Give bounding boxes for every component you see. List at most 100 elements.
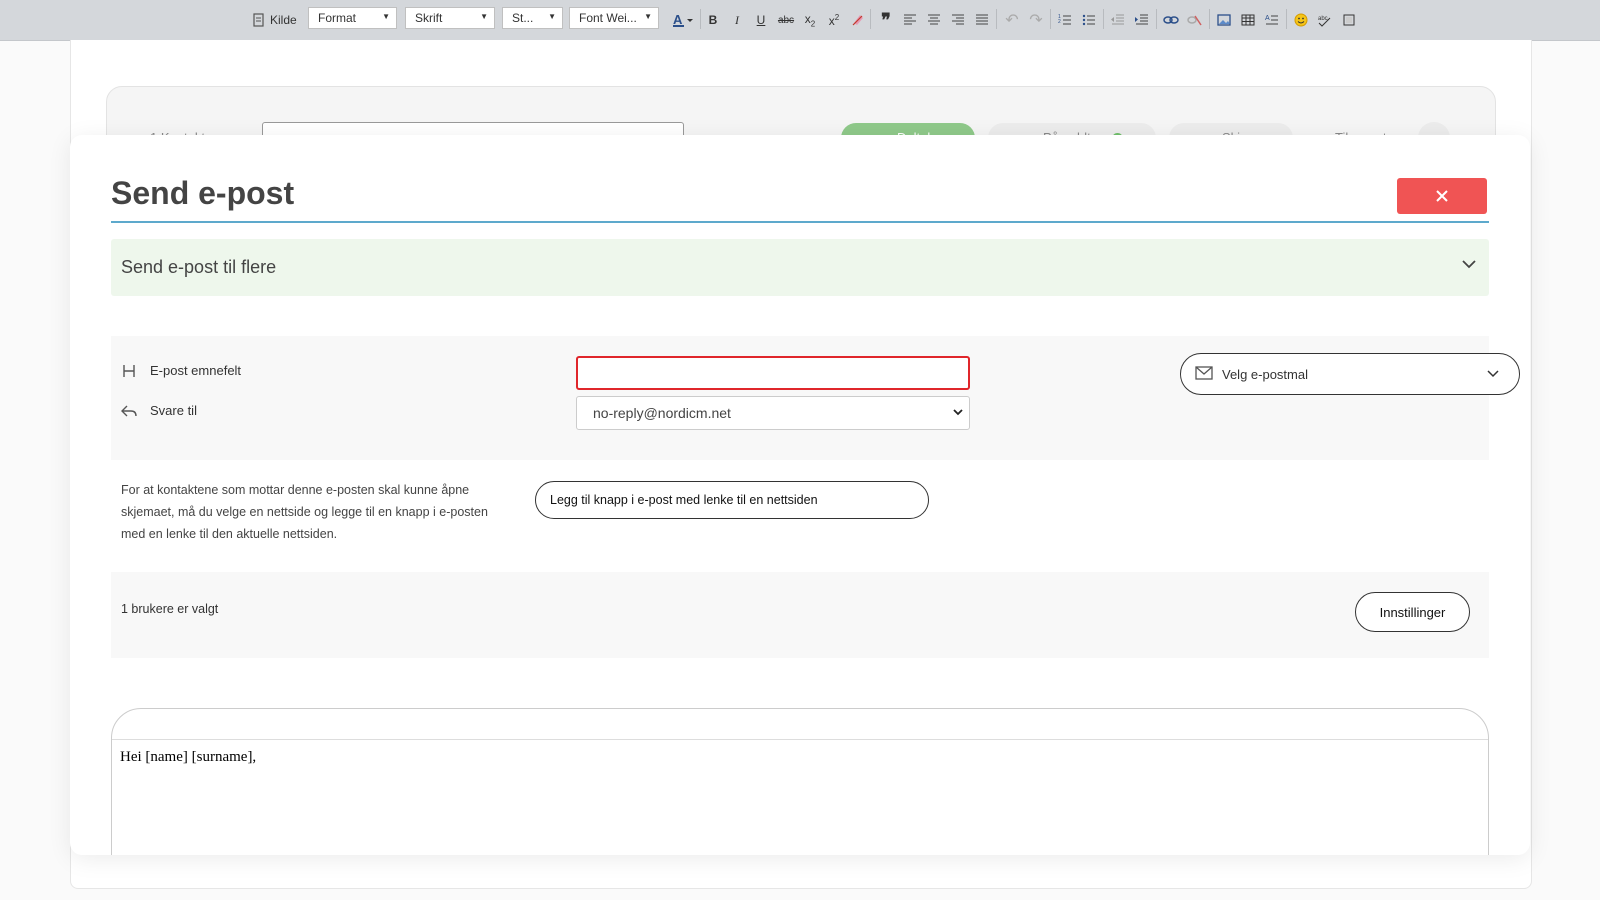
add-link-button[interactable]: Legg til knapp i e-post med lenke til en… bbox=[535, 481, 929, 519]
font-label: Skrift bbox=[415, 11, 443, 25]
email-template-dropdown[interactable]: Velg e-postmal bbox=[1180, 353, 1520, 395]
blockquote-icon: ❞ bbox=[881, 9, 891, 30]
indent-icon bbox=[1135, 14, 1148, 25]
underline-button[interactable]: U bbox=[751, 0, 771, 40]
subject-row-label: E-post emnefelt bbox=[121, 363, 241, 378]
editor-body-text[interactable]: Hei [name] [surname], bbox=[120, 749, 256, 766]
undo-button[interactable]: ↶ bbox=[1002, 0, 1022, 40]
link-button[interactable] bbox=[1161, 0, 1181, 40]
remove-format-icon bbox=[852, 15, 863, 26]
subscript-button[interactable]: x2 bbox=[800, 0, 820, 40]
subscript-icon: x2 bbox=[804, 11, 816, 29]
format-label: Format bbox=[318, 11, 357, 25]
send-to-multiple-accordion[interactable]: Send e-post til flere bbox=[111, 239, 1489, 296]
replyto-label: Svare til bbox=[150, 403, 197, 418]
text-color-icon: A bbox=[673, 12, 693, 27]
chevron-down-icon bbox=[1487, 370, 1499, 378]
align-left-button[interactable] bbox=[900, 0, 920, 40]
replyto-value: no-reply@nordicm.net bbox=[593, 405, 731, 421]
selection-section: 1 brukere er valgt Innstillinger bbox=[111, 572, 1489, 658]
spellcheck-button[interactable]: abc bbox=[1315, 0, 1335, 40]
dropdown-arrow-icon: ▼ bbox=[548, 12, 556, 21]
outdent-button[interactable] bbox=[1108, 0, 1128, 40]
link-icon bbox=[1163, 16, 1179, 24]
selected-count: 1 brukere er valgt bbox=[121, 602, 219, 616]
source-icon bbox=[253, 13, 264, 27]
align-left-icon bbox=[904, 14, 916, 25]
outdent-icon bbox=[1111, 14, 1124, 25]
heading-icon bbox=[121, 364, 137, 378]
svg-text:A: A bbox=[673, 12, 683, 27]
font-combo[interactable]: Skrift ▼ bbox=[405, 7, 495, 29]
title-divider bbox=[111, 221, 1489, 223]
italic-button[interactable]: I bbox=[727, 0, 747, 40]
smiley-icon bbox=[1294, 13, 1308, 27]
indent-button[interactable] bbox=[1132, 0, 1152, 40]
template-label: Velg e-postmal bbox=[1222, 367, 1308, 382]
envelope-icon bbox=[1195, 366, 1213, 380]
text-color-button[interactable]: A bbox=[670, 0, 696, 40]
strikethrough-button[interactable]: abc bbox=[776, 0, 796, 40]
image-button[interactable] bbox=[1214, 0, 1234, 40]
table-button[interactable] bbox=[1238, 0, 1258, 40]
source-label: Kilde bbox=[270, 13, 297, 27]
svg-text:2: 2 bbox=[1058, 19, 1061, 25]
superscript-button[interactable]: x2 bbox=[824, 0, 844, 40]
numbered-list-icon: 12 bbox=[1058, 14, 1071, 25]
font-weight-label: Font Wei... bbox=[579, 11, 637, 25]
font-weight-combo[interactable]: Font Wei... ▼ bbox=[569, 7, 659, 29]
subject-label: E-post emnefelt bbox=[150, 363, 242, 378]
align-justify-icon bbox=[976, 14, 988, 25]
bullet-list-icon bbox=[1082, 14, 1095, 26]
email-settings-section: E-post emnefelt Svare til no-reply@nordi… bbox=[111, 336, 1520, 460]
align-center-button[interactable] bbox=[924, 0, 944, 40]
text-direction-button[interactable]: A bbox=[1262, 0, 1282, 40]
close-icon bbox=[1436, 190, 1448, 202]
dropdown-arrow-icon: ▼ bbox=[644, 12, 652, 21]
close-button[interactable] bbox=[1397, 178, 1487, 214]
format-combo[interactable]: Format ▼ bbox=[308, 7, 397, 29]
svg-text:A: A bbox=[1265, 15, 1270, 22]
email-body-editor[interactable]: Hei [name] [surname], bbox=[111, 708, 1489, 855]
table-icon bbox=[1241, 14, 1255, 26]
replyto-row-label: Svare til bbox=[121, 403, 197, 418]
image-icon bbox=[1217, 14, 1231, 26]
dropdown-arrow-icon: ▼ bbox=[382, 12, 390, 21]
bold-button[interactable]: B bbox=[703, 0, 723, 40]
replyto-select[interactable]: no-reply@nordicm.net bbox=[576, 396, 970, 430]
editor-toolbar-divider bbox=[112, 739, 1488, 740]
redo-icon: ↷ bbox=[1029, 12, 1043, 29]
reply-icon bbox=[121, 404, 137, 418]
underline-icon: U bbox=[756, 13, 766, 27]
bold-icon: B bbox=[708, 13, 718, 27]
info-text: For at kontaktene som mottar denne e-pos… bbox=[121, 483, 488, 541]
superscript-icon: x2 bbox=[828, 12, 840, 28]
bullet-list-button[interactable] bbox=[1079, 0, 1099, 40]
unlink-icon bbox=[1187, 15, 1202, 26]
align-right-button[interactable] bbox=[948, 0, 968, 40]
align-justify-button[interactable] bbox=[972, 0, 992, 40]
remove-format-button[interactable] bbox=[848, 0, 868, 40]
dropdown-arrow-icon: ▼ bbox=[480, 12, 488, 21]
strikethrough-icon: abc bbox=[777, 14, 795, 26]
blockquote-button[interactable]: ❞ bbox=[876, 0, 896, 40]
italic-icon: I bbox=[735, 12, 739, 27]
redo-button[interactable]: ↷ bbox=[1026, 0, 1046, 40]
unlink-button[interactable] bbox=[1185, 0, 1205, 40]
size-combo[interactable]: St... ▼ bbox=[502, 7, 563, 29]
size-label: St... bbox=[512, 11, 534, 25]
align-center-icon bbox=[928, 14, 940, 25]
align-right-icon bbox=[952, 14, 964, 25]
text-direction-icon: A bbox=[1265, 15, 1278, 25]
subject-input[interactable] bbox=[576, 356, 970, 390]
numbered-list-button[interactable]: 12 bbox=[1055, 0, 1075, 40]
settings-button[interactable]: Innstillinger bbox=[1355, 592, 1470, 632]
source-button[interactable]: Kilde bbox=[252, 0, 297, 40]
accordion-label: Send e-post til flere bbox=[121, 257, 277, 277]
chevron-down-icon bbox=[1462, 260, 1476, 269]
undo-icon: ↶ bbox=[1005, 12, 1019, 29]
maximize-button[interactable] bbox=[1339, 0, 1359, 40]
modal-title: Send e-post bbox=[111, 175, 295, 211]
maximize-icon bbox=[1343, 14, 1355, 26]
emoji-button[interactable] bbox=[1291, 0, 1311, 40]
